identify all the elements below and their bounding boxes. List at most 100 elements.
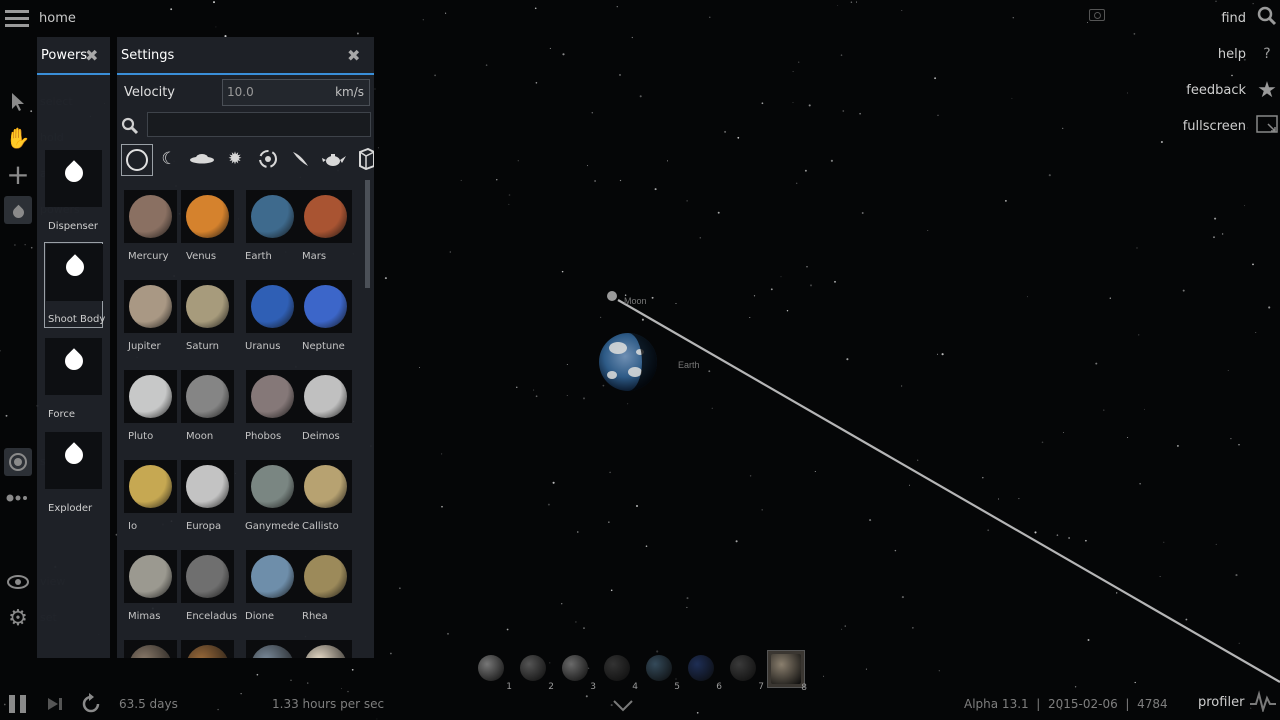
profiler-button[interactable]: profiler bbox=[1198, 695, 1244, 710]
object-tile[interactable] bbox=[299, 370, 352, 423]
camera-icon[interactable] bbox=[1089, 9, 1105, 21]
category-saucer-icon[interactable] bbox=[187, 144, 217, 174]
add-plus-icon[interactable]: + bbox=[4, 158, 32, 191]
power-shoot-body[interactable]: Shoot Body bbox=[44, 242, 105, 328]
category-sun-icon[interactable]: ✹ bbox=[220, 144, 250, 174]
step-forward-icon[interactable] bbox=[46, 696, 64, 716]
recent-body-slot[interactable]: 4 bbox=[599, 650, 638, 692]
object-tile[interactable] bbox=[299, 190, 352, 243]
category-crescent-icon[interactable]: ☾ bbox=[154, 144, 184, 174]
powers-panel: Powers ✖ Dispenser Shoot Body Force Expl… bbox=[37, 37, 110, 658]
object-tile[interactable] bbox=[124, 550, 177, 603]
hamburger-menu-icon[interactable] bbox=[5, 8, 29, 28]
star bbox=[749, 317, 751, 319]
body-thumbnail bbox=[646, 655, 672, 681]
recent-body-slot[interactable]: 7 bbox=[725, 650, 764, 692]
home-link[interactable]: home bbox=[39, 11, 76, 26]
recent-body-slot[interactable]: 8 bbox=[767, 650, 807, 693]
velocity-unit: km/s bbox=[335, 85, 364, 99]
object-tile[interactable] bbox=[181, 190, 234, 243]
powers-close-icon[interactable]: ✖ bbox=[85, 46, 98, 65]
star bbox=[1087, 21, 1089, 23]
star bbox=[1138, 334, 1140, 336]
recent-body-slot[interactable]: 1 bbox=[473, 650, 512, 692]
recent-body-slot[interactable]: 6 bbox=[683, 650, 722, 692]
fullscreen-button[interactable]: fullscreen bbox=[1183, 111, 1280, 141]
hand-icon[interactable]: ✋ bbox=[4, 124, 32, 152]
category-comet-icon[interactable] bbox=[286, 144, 316, 174]
star bbox=[936, 353, 939, 355]
object-tile[interactable] bbox=[181, 370, 234, 423]
elapsed-time: 63.5 days bbox=[119, 697, 178, 711]
power-force[interactable]: Force bbox=[44, 337, 103, 420]
object-tile[interactable] bbox=[299, 550, 352, 603]
object-tile[interactable] bbox=[246, 280, 299, 333]
profiler-wave-icon[interactable] bbox=[1249, 690, 1277, 716]
recent-body-slot[interactable]: 3 bbox=[557, 650, 596, 692]
category-teapot-icon[interactable] bbox=[319, 144, 349, 174]
category-spiral-icon[interactable] bbox=[253, 144, 283, 174]
object-tile[interactable] bbox=[246, 550, 299, 603]
power-exploder[interactable]: Exploder bbox=[44, 431, 103, 514]
object-tile[interactable] bbox=[124, 370, 177, 423]
recent-body-slot[interactable]: 5 bbox=[641, 650, 680, 692]
star bbox=[850, 1, 853, 3]
powers-drop-icon[interactable] bbox=[4, 196, 32, 224]
star bbox=[602, 384, 605, 387]
star bbox=[586, 165, 589, 167]
star bbox=[1127, 437, 1129, 438]
object-tile[interactable] bbox=[299, 640, 352, 658]
find-button[interactable]: find bbox=[1221, 3, 1280, 33]
object-tile[interactable] bbox=[124, 280, 177, 333]
reset-icon[interactable] bbox=[79, 692, 103, 720]
category-circle-icon[interactable] bbox=[121, 144, 153, 176]
velocity-field[interactable]: 10.0 km/s bbox=[222, 79, 370, 106]
object-tile[interactable] bbox=[181, 550, 234, 603]
category-box-icon[interactable] bbox=[352, 144, 374, 174]
help-button[interactable]: help ? bbox=[1218, 39, 1280, 69]
object-tile[interactable] bbox=[124, 190, 177, 243]
object-label: Moon bbox=[186, 431, 214, 442]
planet-thumbnail bbox=[304, 555, 347, 598]
grid-scrollbar[interactable] bbox=[365, 180, 370, 288]
star bbox=[795, 182, 798, 185]
drop-icon bbox=[45, 150, 102, 207]
time-speed[interactable]: 1.33 hours per sec bbox=[272, 697, 384, 711]
object-tile[interactable] bbox=[299, 460, 352, 513]
star bbox=[780, 276, 782, 278]
star bbox=[583, 627, 585, 629]
object-label: Earth bbox=[245, 251, 272, 262]
star bbox=[1095, 362, 1098, 365]
collapse-chevron-icon[interactable] bbox=[613, 697, 633, 716]
star bbox=[517, 160, 519, 162]
power-label: Dispenser bbox=[48, 221, 98, 232]
settings-close-icon[interactable]: ✖ bbox=[347, 46, 360, 65]
planet-thumbnail bbox=[129, 375, 172, 418]
star bbox=[1018, 498, 1020, 500]
object-tile[interactable] bbox=[246, 460, 299, 513]
planet-thumbnail bbox=[186, 555, 229, 598]
eye-icon[interactable] bbox=[4, 568, 32, 596]
power-dispenser[interactable]: Dispenser bbox=[44, 149, 103, 232]
object-tile[interactable] bbox=[181, 460, 234, 513]
select-arrow-icon[interactable] bbox=[4, 88, 32, 116]
gear-icon[interactable]: ⚙ bbox=[4, 604, 32, 632]
star bbox=[934, 77, 937, 80]
star bbox=[1005, 200, 1007, 202]
recent-body-slot[interactable]: 2 bbox=[515, 650, 554, 692]
feedback-button[interactable]: feedback ★ bbox=[1186, 75, 1280, 105]
dots-icon[interactable] bbox=[4, 484, 32, 512]
pause-icon[interactable] bbox=[9, 695, 27, 713]
object-tile[interactable] bbox=[246, 370, 299, 423]
object-search-input[interactable] bbox=[147, 112, 371, 137]
object-tile[interactable] bbox=[181, 640, 234, 658]
object-tile[interactable] bbox=[124, 460, 177, 513]
sim-target-icon[interactable] bbox=[4, 448, 32, 476]
object-tile[interactable] bbox=[246, 190, 299, 243]
object-tile[interactable] bbox=[181, 280, 234, 333]
object-tile[interactable] bbox=[124, 640, 177, 658]
object-tile[interactable] bbox=[299, 280, 352, 333]
star bbox=[840, 54, 843, 56]
object-tile[interactable] bbox=[246, 640, 299, 658]
star bbox=[419, 367, 421, 368]
